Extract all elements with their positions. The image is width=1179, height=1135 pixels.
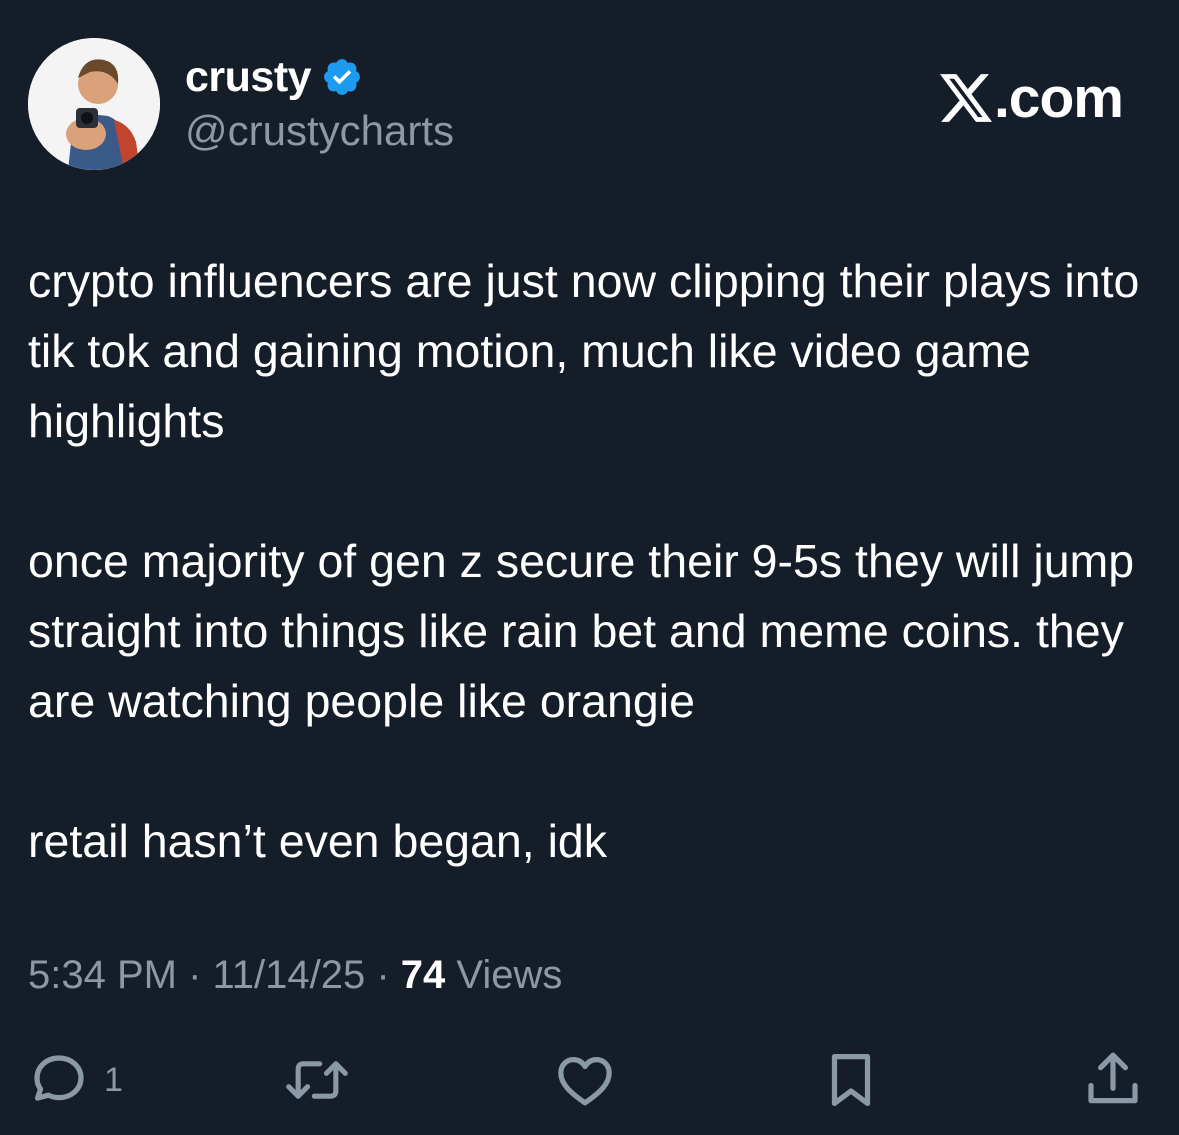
user-handle[interactable]: @crustycharts: [185, 106, 454, 156]
tweet-paragraph: once majority of gen z secure their 9-5s…: [28, 535, 1135, 727]
brand-text: .com: [993, 66, 1124, 130]
tweet-paragraph: crypto influencers are just now clipping…: [28, 255, 1140, 447]
verified-badge-icon: [321, 56, 363, 98]
display-name[interactable]: crusty: [185, 52, 312, 102]
tweet-meta: 5:34 PM · 11/14/25 · 74 Views: [28, 950, 562, 1000]
like-button[interactable]: [552, 1040, 618, 1120]
meta-separator: ·: [176, 953, 213, 997]
meta-separator: ·: [365, 953, 401, 997]
views-count: 74: [400, 953, 446, 997]
share-icon: [1080, 1047, 1146, 1113]
x-logo-icon: [939, 74, 994, 122]
tweet-time[interactable]: 5:34 PM: [28, 953, 177, 997]
tweet-date[interactable]: 11/14/25: [213, 953, 366, 997]
reply-count: 1: [104, 1060, 123, 1099]
user-name-row[interactable]: crusty: [185, 52, 363, 102]
share-button[interactable]: [1080, 1040, 1146, 1120]
retweet-button[interactable]: [282, 1040, 352, 1120]
avatar-image: [28, 38, 160, 170]
tweet-text: crypto influencers are just now clipping…: [28, 246, 1148, 876]
brand-watermark: .com: [939, 66, 1124, 130]
avatar[interactable]: [28, 38, 160, 170]
bookmark-button[interactable]: [820, 1040, 882, 1120]
views-label: Views: [445, 953, 563, 997]
tweet-paragraph: retail hasn’t even began, idk: [28, 815, 608, 867]
action-bar: 1: [0, 1040, 1179, 1120]
like-icon: [552, 1047, 618, 1113]
retweet-icon: [282, 1047, 352, 1113]
reply-icon: [26, 1047, 92, 1113]
bookmark-icon: [820, 1047, 882, 1113]
reply-button[interactable]: 1: [26, 1040, 123, 1120]
